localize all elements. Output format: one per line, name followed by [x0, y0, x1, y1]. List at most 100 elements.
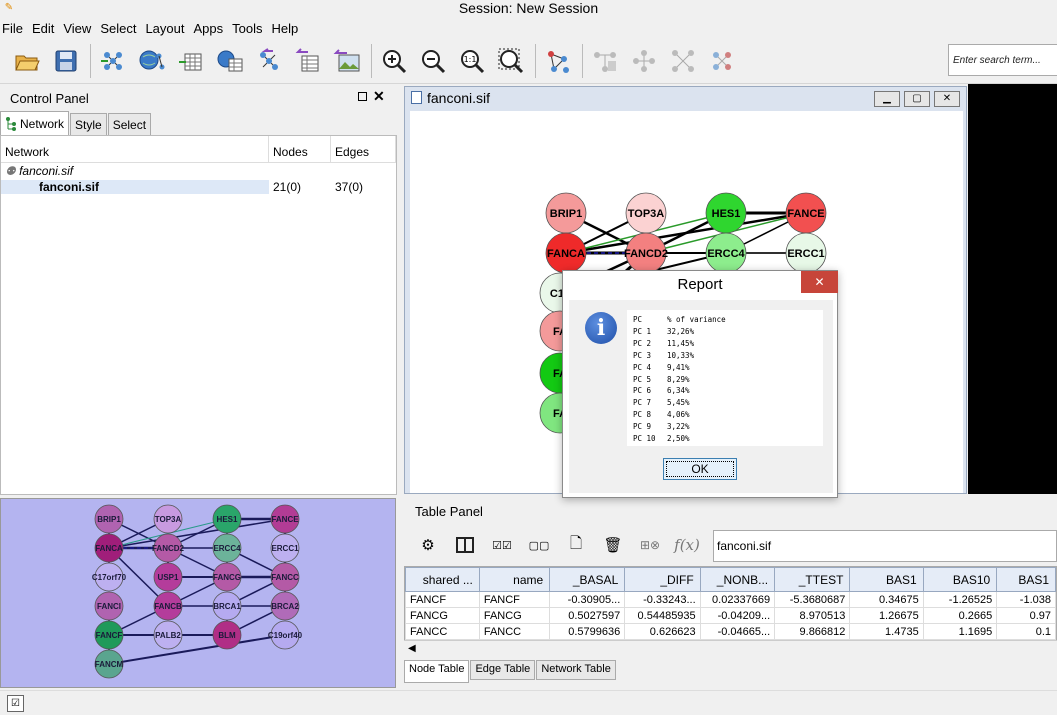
- table-cell[interactable]: 0.2665: [922, 607, 998, 624]
- tab-network[interactable]: Network: [0, 111, 70, 135]
- select-all-columns-button[interactable]: ☑☑: [486, 531, 518, 559]
- task-manager-icon[interactable]: ☑: [7, 695, 24, 712]
- overview-node[interactable]: C17orf70: [92, 562, 127, 592]
- overview-node[interactable]: BRCA1: [212, 591, 242, 621]
- overview-node[interactable]: ERCC1: [270, 533, 300, 563]
- overview-node[interactable]: BLM: [212, 620, 242, 650]
- table-cell[interactable]: 0.5027597: [549, 607, 626, 624]
- table-cell[interactable]: 0.97: [996, 607, 1056, 624]
- table-cell[interactable]: -0.04209...: [699, 607, 776, 624]
- save-session-button[interactable]: [49, 44, 83, 78]
- restore-button[interactable]: ▢: [904, 91, 930, 107]
- overview-node[interactable]: USP1: [153, 562, 183, 592]
- table-cell[interactable]: 9.866812: [774, 623, 851, 640]
- hide-selected-button[interactable]: [627, 44, 661, 78]
- network-node[interactable]: BRIP1: [545, 192, 587, 234]
- table-cell[interactable]: 0.54485935: [624, 607, 701, 624]
- overview-node[interactable]: FANCM: [94, 649, 124, 679]
- import-table-url-button[interactable]: [213, 44, 247, 78]
- table-cell[interactable]: 8.970513: [774, 607, 851, 624]
- search-input[interactable]: Enter search term...: [948, 44, 1057, 76]
- overview-node[interactable]: C19orf40: [268, 620, 303, 650]
- close-button[interactable]: ✕: [934, 91, 960, 107]
- show-all-button[interactable]: [666, 44, 700, 78]
- zoom-in-button[interactable]: [377, 44, 411, 78]
- overview-node[interactable]: ERCC4: [212, 533, 242, 563]
- column-header[interactable]: _TTEST: [774, 567, 851, 592]
- table-cell[interactable]: -1.038: [996, 591, 1056, 608]
- minimize-button[interactable]: ▁: [874, 91, 900, 107]
- tab-edge-table[interactable]: Edge Table: [470, 660, 536, 680]
- report-close-button[interactable]: ✕: [801, 271, 838, 293]
- table-cell[interactable]: 1.1695: [922, 623, 998, 640]
- table-cell[interactable]: -0.33243...: [624, 591, 701, 608]
- column-edges[interactable]: Edges: [331, 135, 396, 163]
- export-network-button[interactable]: [252, 44, 286, 78]
- table-network-selector[interactable]: fanconi.sif: [713, 530, 1057, 562]
- overview-node[interactable]: BRCA2: [270, 591, 300, 621]
- network-node[interactable]: HES1: [705, 192, 747, 234]
- table-cell[interactable]: FANCG: [405, 607, 480, 624]
- network-node[interactable]: TOP3A: [625, 192, 667, 234]
- column-nodes[interactable]: Nodes: [269, 135, 331, 163]
- overview-node[interactable]: PALB2: [153, 620, 183, 650]
- column-header[interactable]: shared ...: [405, 567, 480, 592]
- zoom-selected-button[interactable]: [494, 44, 528, 78]
- menu-help[interactable]: Help: [270, 21, 303, 36]
- table-cell[interactable]: FANCF: [478, 591, 551, 608]
- table-cell[interactable]: 0.5799636: [549, 623, 626, 640]
- import-table-file-button[interactable]: [174, 44, 208, 78]
- table-cell[interactable]: FANCG: [478, 607, 551, 624]
- menu-edit[interactable]: Edit: [30, 21, 58, 36]
- column-header[interactable]: _BASAL: [549, 567, 626, 592]
- column-header[interactable]: BAS1: [996, 567, 1056, 592]
- tab-node-table[interactable]: Node Table: [404, 660, 470, 683]
- first-neighbors-button[interactable]: [588, 44, 622, 78]
- column-header[interactable]: _DIFF: [624, 567, 701, 592]
- zoom-out-button[interactable]: [416, 44, 450, 78]
- column-header[interactable]: BAS10: [922, 567, 998, 592]
- table-cell[interactable]: 0.626623: [624, 623, 701, 640]
- overview-node[interactable]: HES1: [212, 504, 242, 534]
- create-column-button[interactable]: 🗋: [560, 531, 592, 559]
- overview-node[interactable]: FANCB: [153, 591, 183, 621]
- network-row[interactable]: fanconi.sif 21(0) 37(0): [1, 179, 396, 195]
- maximize-icon[interactable]: [358, 92, 367, 101]
- overview-node[interactable]: FANCG: [212, 562, 242, 592]
- column-network[interactable]: Network: [1, 135, 269, 163]
- table-cell[interactable]: FANCC: [478, 623, 551, 640]
- export-image-button[interactable]: [330, 44, 364, 78]
- import-network-file-button[interactable]: [96, 44, 130, 78]
- link-table-button[interactable]: ⊞⊗: [634, 531, 666, 559]
- ok-button[interactable]: OK: [663, 458, 737, 480]
- table-cell[interactable]: FANCC: [405, 623, 480, 640]
- network-node[interactable]: ERCC4: [705, 232, 747, 274]
- export-table-button[interactable]: [291, 44, 325, 78]
- close-icon[interactable]: ✕: [373, 88, 385, 105]
- menu-file[interactable]: File: [0, 21, 27, 36]
- network-edge[interactable]: [565, 211, 807, 255]
- tab-network-table[interactable]: Network Table: [536, 660, 616, 680]
- table-cell[interactable]: 1.26675: [849, 607, 924, 624]
- overview-node[interactable]: BRIP1: [94, 504, 124, 534]
- overview-edge[interactable]: [108, 634, 286, 665]
- birds-eye-view[interactable]: BRIP1 TOP3A HES1 FANCE FANCA FANCD2 ERCC4 ERCC1…: [0, 498, 396, 688]
- column-header[interactable]: BAS1: [849, 567, 924, 592]
- overview-graph[interactable]: BRIP1 TOP3A HES1 FANCE FANCA FANCD2 ERCC4 ERCC1…: [1, 499, 396, 688]
- table-cell[interactable]: FANCF: [405, 591, 480, 608]
- tab-style[interactable]: Style: [70, 113, 107, 135]
- import-network-url-button[interactable]: [135, 44, 169, 78]
- menu-view[interactable]: View: [61, 21, 95, 36]
- overview-node[interactable]: FANCI: [94, 591, 124, 621]
- zoom-fit-button[interactable]: 1:1: [455, 44, 489, 78]
- delete-column-button[interactable]: 🗑: [597, 531, 629, 559]
- function-builder-button[interactable]: f(x): [671, 531, 703, 559]
- tab-select[interactable]: Select: [107, 113, 152, 135]
- overview-node[interactable]: FANCC: [270, 562, 300, 592]
- overview-node[interactable]: FANCD2: [152, 533, 185, 563]
- table-cell[interactable]: 0.02337669: [699, 591, 776, 608]
- table-row[interactable]: FANCG FANCG 0.5027597 0.54485935 -0.04209...…: [405, 607, 1056, 624]
- menu-select[interactable]: Select: [98, 21, 140, 36]
- deselect-all-columns-button[interactable]: ▢▢: [523, 531, 555, 559]
- column-header[interactable]: name: [478, 567, 551, 592]
